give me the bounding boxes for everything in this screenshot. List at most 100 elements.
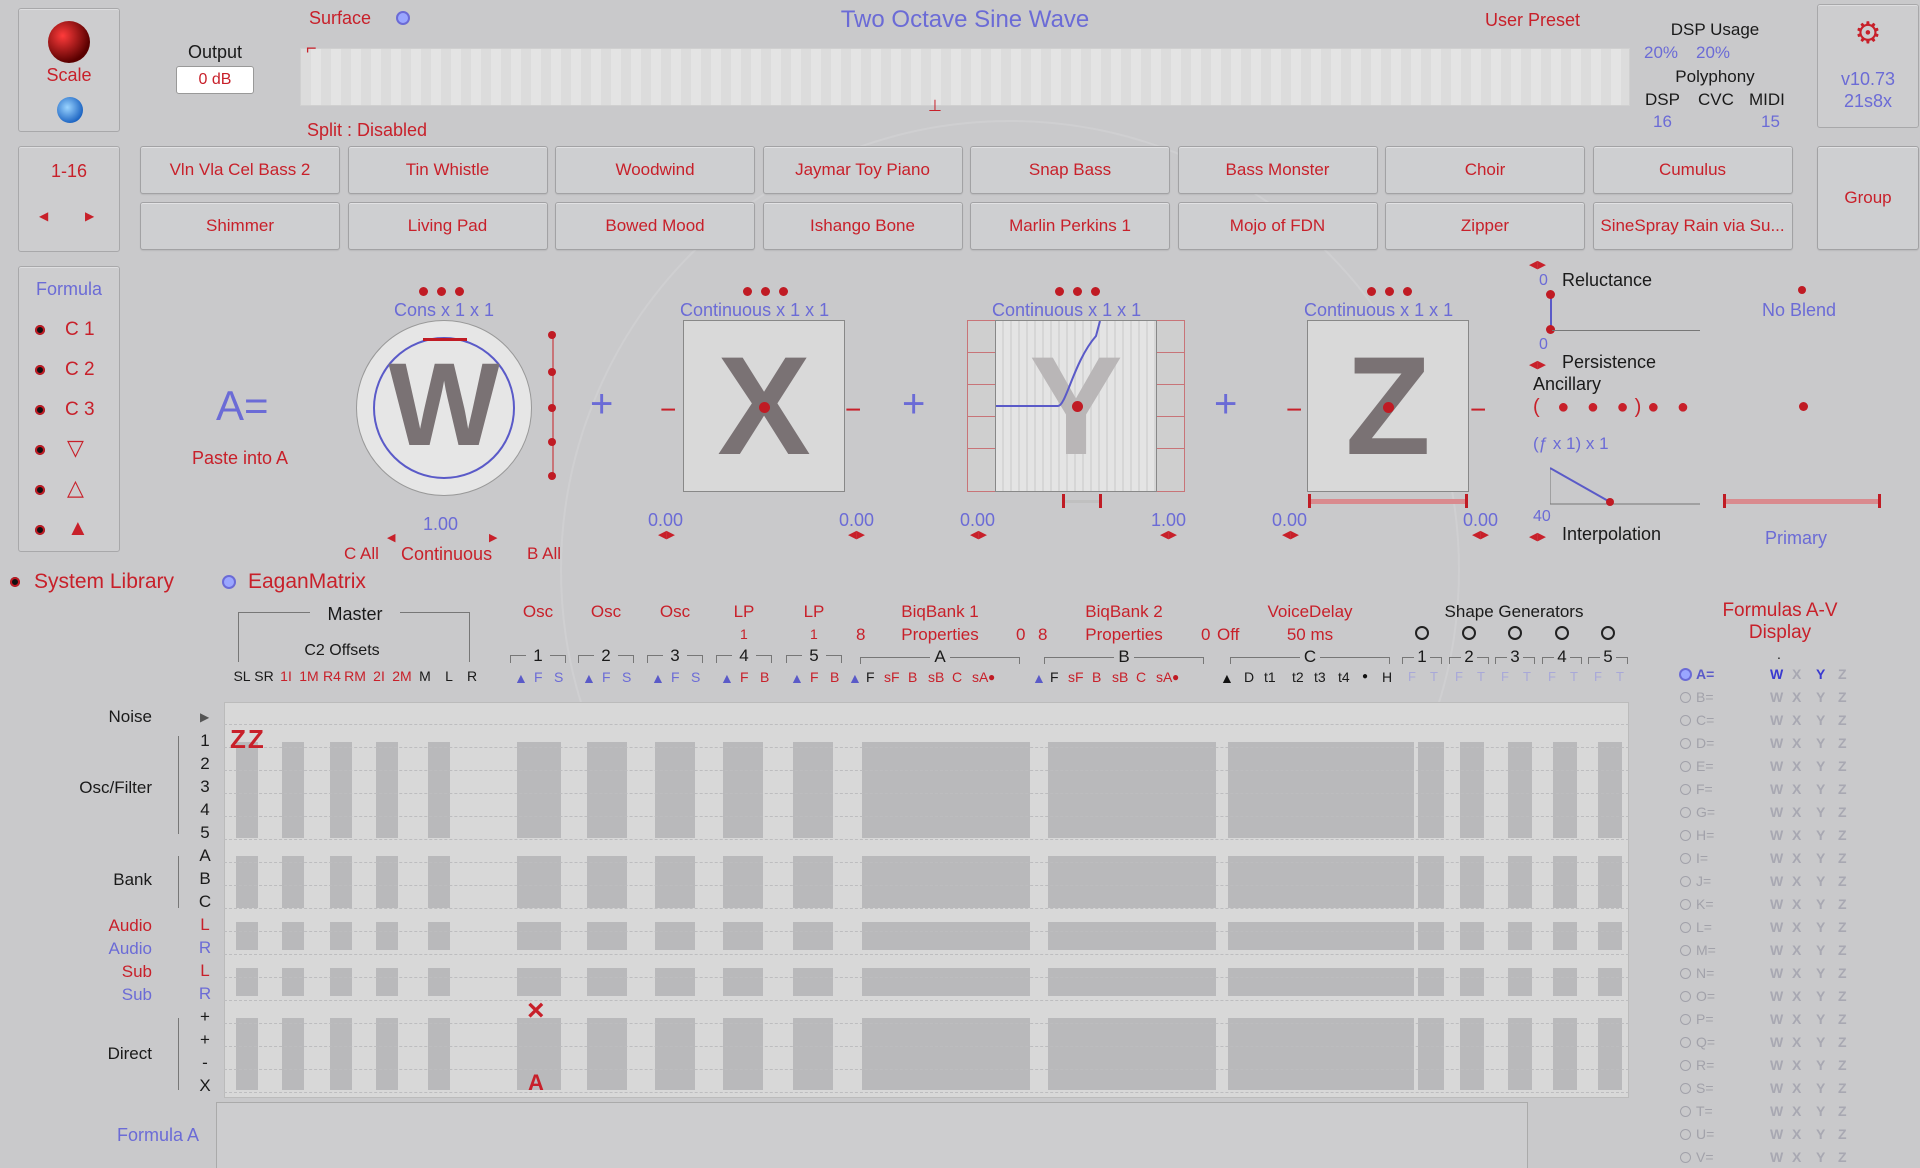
matrix-cell-block[interactable]	[655, 968, 695, 996]
formula-radio[interactable]	[1680, 738, 1691, 749]
triangle-down-icon[interactable]: ▽	[67, 435, 84, 461]
formula-col[interactable]: Y	[1816, 1149, 1825, 1165]
formula-col[interactable]: X	[1792, 1057, 1801, 1073]
formula-col[interactable]: W	[1770, 712, 1783, 728]
preset-button[interactable]: Mojo of FDN	[1177, 202, 1378, 250]
shape-generator-knob[interactable]	[1415, 626, 1429, 640]
x-marker[interactable]: ×	[527, 994, 545, 1028]
formula-col[interactable]: W	[1770, 850, 1783, 866]
row-key[interactable]: L	[196, 961, 214, 981]
formula-letter[interactable]: U=	[1696, 1126, 1714, 1142]
formula-col[interactable]: W	[1770, 804, 1783, 820]
formula-col[interactable]: X	[1792, 850, 1801, 866]
z-dot-3[interactable]	[1403, 287, 1412, 296]
matrix-cell-block[interactable]	[793, 856, 833, 908]
formula-col[interactable]: X	[1792, 827, 1801, 843]
formula-col[interactable]: Z	[1838, 712, 1847, 728]
bank-col-label[interactable]: sB	[1112, 669, 1128, 685]
formula-col[interactable]: Y	[1816, 689, 1825, 705]
c-all-button[interactable]: C All	[344, 544, 379, 564]
formula-col[interactable]: Y	[1816, 873, 1825, 889]
matrix-cell-block[interactable]	[1418, 856, 1444, 908]
formula-col[interactable]: Z	[1838, 1011, 1847, 1027]
shape-generator-knob[interactable]	[1508, 626, 1522, 640]
formula-shape1-dot[interactable]	[35, 445, 45, 455]
formula-letter[interactable]: V=	[1696, 1149, 1714, 1165]
formula-col[interactable]: W	[1770, 1080, 1783, 1096]
matrix-cell-block[interactable]	[1228, 856, 1414, 908]
matrix-cell-block[interactable]	[1048, 742, 1216, 838]
formula-col[interactable]: Z	[1838, 919, 1847, 935]
osc-col-label[interactable]: F	[740, 669, 749, 685]
matrix-cell-block[interactable]	[1553, 1018, 1577, 1090]
settings-panel[interactable]: ⚙ v10.73 21s8x	[1817, 4, 1919, 128]
formula-col[interactable]: X	[1792, 1034, 1801, 1050]
matrix-cell-block[interactable]	[1228, 922, 1414, 950]
master-col-label[interactable]: M	[413, 668, 437, 684]
matrix-cell-block[interactable]	[428, 922, 450, 950]
matrix-cell-block[interactable]	[723, 968, 763, 996]
matrix-cell-block[interactable]	[862, 922, 1030, 950]
surface-radio[interactable]	[396, 11, 410, 25]
formula-item-c1[interactable]: C 1	[65, 319, 95, 341]
matrix-cell-block[interactable]	[1598, 1018, 1622, 1090]
x-right-arrows[interactable]: ◀▶	[848, 528, 865, 541]
bank-col-label[interactable]: sF	[1068, 669, 1084, 685]
matrix-cell-block[interactable]	[236, 968, 258, 996]
formula-col[interactable]: W	[1770, 965, 1783, 981]
formula-col[interactable]: W	[1770, 919, 1783, 935]
matrix-cell-block[interactable]	[376, 968, 398, 996]
bank-col-label[interactable]: sF	[884, 669, 900, 685]
matrix-cell-block[interactable]	[655, 856, 695, 908]
matrix-cell-block[interactable]	[1418, 742, 1444, 838]
formula-letter[interactable]: B=	[1696, 689, 1714, 705]
formula-col[interactable]: W	[1770, 873, 1783, 889]
matrix-cell-block[interactable]	[1460, 856, 1484, 908]
preset-button[interactable]: Tin Whistle	[347, 146, 548, 194]
formula-col[interactable]: W	[1770, 1126, 1783, 1142]
formula-col[interactable]: Y	[1816, 942, 1825, 958]
y-center-dot[interactable]	[1072, 401, 1083, 412]
matrix-cell-block[interactable]	[1508, 1018, 1532, 1090]
z-right-arrows[interactable]: ◀▶	[1472, 528, 1489, 541]
w-side-dot-3[interactable]	[548, 404, 556, 412]
matrix-cell-block[interactable]	[723, 922, 763, 950]
formula-radio[interactable]	[1679, 668, 1692, 681]
bank-col-label[interactable]: sA	[1156, 669, 1172, 685]
formula-col[interactable]: W	[1770, 1149, 1783, 1165]
formula-col[interactable]: Y	[1816, 1057, 1825, 1073]
matrix-cell-block[interactable]	[282, 922, 304, 950]
preset-button[interactable]: Shimmer	[140, 202, 340, 250]
master-col-label[interactable]: SR	[252, 668, 276, 684]
scale-knob[interactable]	[48, 21, 90, 63]
formula-col[interactable]: X	[1792, 873, 1801, 889]
bank-col-label[interactable]: C	[1136, 669, 1146, 685]
bank-header[interactable]: BiqBank 1	[870, 602, 1010, 622]
formula-col[interactable]: W	[1770, 666, 1783, 682]
matrix-cell-block[interactable]	[236, 922, 258, 950]
formula-col[interactable]: X	[1792, 689, 1801, 705]
formula-col[interactable]: X	[1792, 1080, 1801, 1096]
z-dot-1[interactable]	[1367, 287, 1376, 296]
formula-letter[interactable]: T=	[1696, 1103, 1713, 1119]
shape-col-label[interactable]: F	[1548, 669, 1556, 684]
osc-col-label[interactable]: S	[554, 669, 563, 685]
matrix-cell-block[interactable]	[1598, 968, 1622, 996]
formula-col[interactable]: Y	[1816, 712, 1825, 728]
formula-col[interactable]: Y	[1816, 781, 1825, 797]
bank-col-label[interactable]: sB	[928, 669, 944, 685]
w-dot-1[interactable]	[419, 287, 428, 296]
matrix-cell-block[interactable]	[428, 968, 450, 996]
formula-col[interactable]: W	[1770, 781, 1783, 797]
matrix-cell-block[interactable]	[428, 1018, 450, 1090]
preset-button[interactable]: Bowed Mood	[555, 202, 755, 250]
master-col-label[interactable]: SL	[230, 668, 254, 684]
matrix-cell-block[interactable]	[517, 968, 561, 996]
osc-triangle-icon[interactable]: ▲	[582, 670, 596, 686]
matrix-cell-block[interactable]	[330, 1018, 352, 1090]
formula-col[interactable]: Y	[1816, 804, 1825, 820]
w-knob[interactable]: W	[356, 320, 532, 496]
formula-a-editor[interactable]	[216, 1102, 1528, 1168]
formula-col[interactable]: X	[1792, 988, 1801, 1004]
formula-col[interactable]: Y	[1816, 850, 1825, 866]
